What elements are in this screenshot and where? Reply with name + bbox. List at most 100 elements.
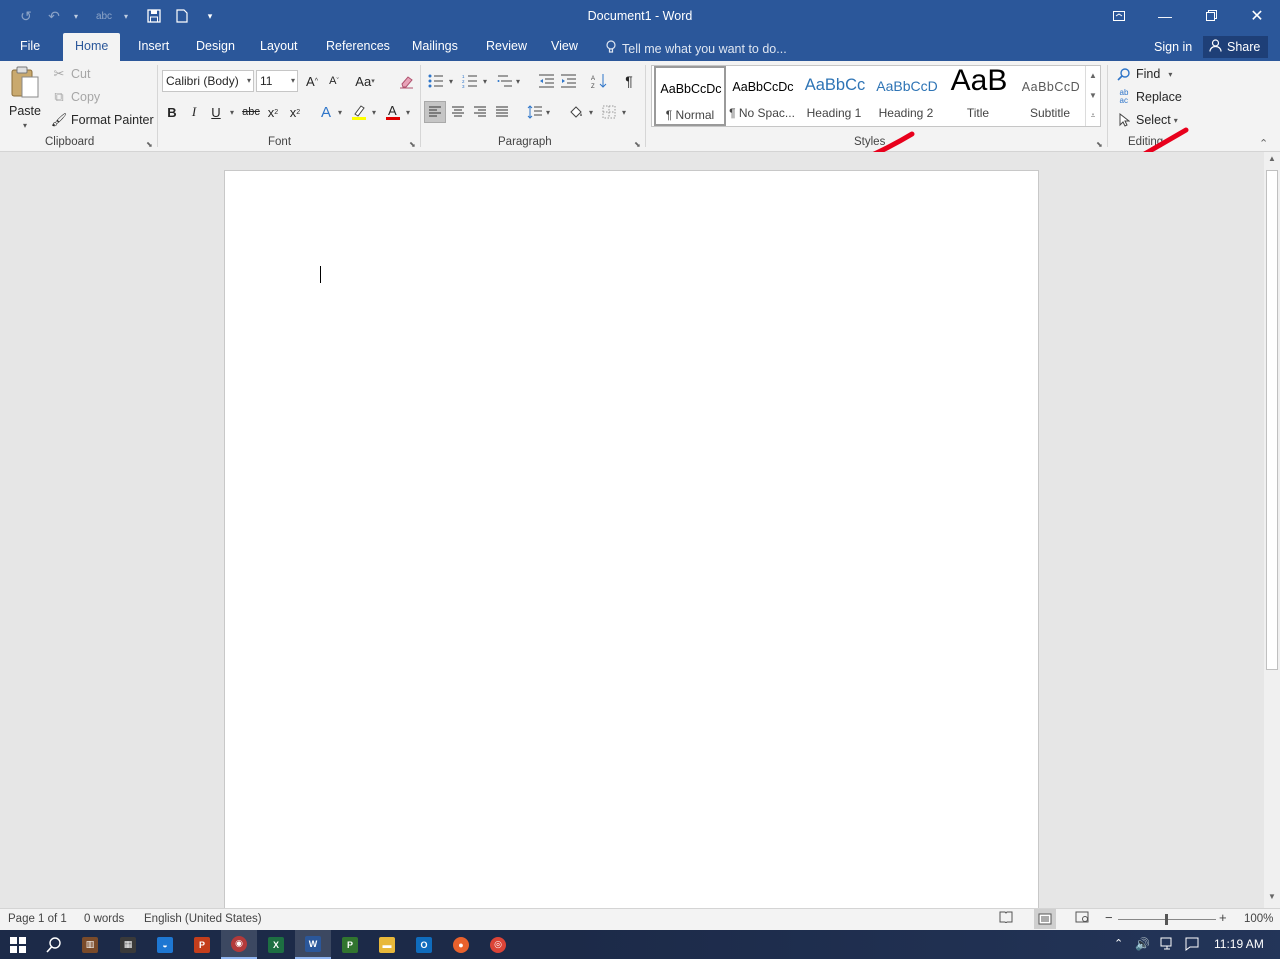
shrink-font-button[interactable]: Aˇ [323, 70, 345, 92]
clock[interactable]: 11:19 AM [1214, 937, 1264, 951]
search-taskbar-button[interactable] [36, 930, 72, 959]
tab-mailings[interactable]: Mailings [400, 33, 470, 61]
taskbar-app-calculator[interactable]: ▦ [110, 930, 146, 959]
replace-button[interactable]: ab ac Replace [1115, 88, 1182, 106]
style-normal[interactable]: AaBbCcDc ¶ Normal [654, 66, 726, 126]
taskbar-app-chrome[interactable]: ◎ [480, 930, 516, 959]
gallery-more-icon[interactable]: ⩡ [1086, 106, 1100, 126]
document-page[interactable] [224, 170, 1039, 910]
zoom-slider-thumb[interactable] [1165, 914, 1168, 925]
collapse-ribbon-icon[interactable]: ⌃ [1259, 137, 1268, 150]
align-center-button[interactable] [447, 101, 469, 123]
taskbar-app-file-explorer[interactable]: ▬ [369, 930, 405, 959]
copy-button[interactable]: ⧉ Copy [50, 88, 100, 106]
style-subtitle[interactable]: AaBbCcD Subtitle [1014, 66, 1086, 126]
shading-button[interactable] [565, 101, 587, 123]
multilevel-dropdown-icon[interactable]: ▾ [516, 77, 520, 86]
format-painter-button[interactable]: 🖌 Format Painter [50, 111, 154, 129]
clear-formatting-button[interactable] [395, 70, 417, 92]
gallery-down-icon[interactable]: ▼ [1086, 86, 1100, 106]
print-layout-icon[interactable] [1034, 909, 1056, 929]
align-left-button[interactable] [424, 101, 446, 123]
justify-button[interactable] [491, 101, 513, 123]
sort-button[interactable]: AZ [588, 70, 610, 92]
style-title[interactable]: AaB Title [942, 66, 1014, 126]
scroll-down-icon[interactable]: ▼ [1264, 892, 1280, 906]
find-dropdown-icon[interactable]: ▾ [1168, 70, 1172, 79]
find-button[interactable]: Find ▾ [1115, 65, 1172, 83]
font-color-button[interactable]: A [382, 101, 404, 123]
tray-chevron-up-icon[interactable]: ⌃ [1114, 937, 1123, 950]
tab-insert[interactable]: Insert [126, 33, 181, 61]
network-icon[interactable] [1160, 937, 1176, 954]
line-spacing-button[interactable] [524, 101, 546, 123]
close-icon[interactable]: ✕ [1234, 0, 1280, 31]
bold-button[interactable]: B [161, 101, 183, 123]
taskbar-app-firefox[interactable]: ● [443, 930, 479, 959]
taskbar-app-paint[interactable]: ◉ [221, 930, 257, 959]
clipboard-launcher-icon[interactable]: ⬊ [146, 140, 153, 149]
paragraph-launcher-icon[interactable]: ⬊ [634, 140, 641, 149]
bullets-button[interactable] [425, 70, 447, 92]
decrease-indent-button[interactable] [535, 70, 557, 92]
language-indicator[interactable]: English (United States) [144, 913, 262, 925]
paste-dropdown-icon[interactable]: ▾ [23, 121, 27, 130]
numbering-button[interactable]: 123 [459, 70, 481, 92]
borders-dropdown-icon[interactable]: ▾ [622, 108, 626, 117]
font-size-combo[interactable]: 11 ▾ [256, 70, 298, 92]
document-area[interactable] [0, 152, 1264, 910]
italic-button[interactable]: I [183, 101, 205, 123]
tab-review[interactable]: Review [474, 33, 539, 61]
web-layout-icon[interactable] [1075, 911, 1089, 926]
text-effects-button[interactable]: A [315, 101, 337, 123]
underline-dropdown-icon[interactable]: ▾ [230, 108, 234, 117]
style-heading-1[interactable]: AaBbCc Heading 1 [798, 66, 870, 126]
change-case-button[interactable]: Aa ▾ [352, 70, 378, 92]
tell-me-box[interactable]: Tell me what you want to do... [606, 40, 787, 57]
tab-design[interactable]: Design [184, 33, 247, 61]
volume-icon[interactable]: 🔊 [1135, 937, 1150, 951]
action-center-icon[interactable] [1185, 937, 1199, 954]
scroll-up-icon[interactable]: ▲ [1264, 154, 1280, 168]
paste-button[interactable]: Paste ▾ [9, 65, 41, 130]
taskbar-app-word[interactable]: W [295, 930, 331, 959]
increase-indent-button[interactable] [557, 70, 579, 92]
align-right-button[interactable] [469, 101, 491, 123]
taskbar-app-film[interactable]: ▥ [72, 930, 108, 959]
highlight-button[interactable] [348, 101, 370, 123]
borders-button[interactable] [598, 101, 620, 123]
zoom-out-icon[interactable]: − [1105, 910, 1113, 925]
ribbon-display-options-icon[interactable] [1096, 0, 1142, 31]
underline-button[interactable]: U [205, 101, 227, 123]
strikethrough-button[interactable]: abc [240, 101, 262, 123]
page-count[interactable]: Page 1 of 1 [8, 913, 67, 925]
style-no-spacing[interactable]: AaBbCcDc ¶ No Spac... [726, 66, 798, 126]
zoom-in-icon[interactable]: + [1219, 910, 1227, 925]
zoom-level[interactable]: 100% [1244, 913, 1273, 925]
styles-launcher-icon[interactable]: ⬊ [1096, 140, 1103, 149]
highlight-dropdown-icon[interactable]: ▾ [372, 108, 376, 117]
line-spacing-dropdown-icon[interactable]: ▾ [546, 108, 550, 117]
gallery-up-icon[interactable]: ▲ [1086, 66, 1100, 86]
grow-font-button[interactable]: A ^ [301, 70, 323, 92]
tab-home[interactable]: Home [63, 33, 121, 61]
font-launcher-icon[interactable]: ⬊ [409, 140, 416, 149]
cut-button[interactable]: ✂ Cut [50, 65, 91, 83]
bullets-dropdown-icon[interactable]: ▾ [449, 77, 453, 86]
sign-in-link[interactable]: Sign in [1154, 40, 1192, 54]
show-hide-marks-button[interactable]: ¶ [618, 70, 640, 92]
tab-layout[interactable]: Layout [248, 33, 310, 61]
vertical-scrollbar[interactable]: ▲ ▼ [1264, 152, 1280, 908]
minimize-icon[interactable]: — [1142, 0, 1188, 31]
style-heading-2[interactable]: AaBbCcD Heading 2 [870, 66, 942, 126]
select-dropdown-icon[interactable]: ▾ [1174, 116, 1178, 125]
text-effects-dropdown-icon[interactable]: ▾ [338, 108, 342, 117]
taskbar-app-outlook[interactable]: O [406, 930, 442, 959]
start-button[interactable] [0, 930, 36, 959]
taskbar-app-project[interactable]: P [332, 930, 368, 959]
tab-file[interactable]: File [8, 33, 52, 61]
read-mode-icon[interactable] [999, 911, 1013, 926]
font-name-combo[interactable]: Calibri (Body) ▾ [162, 70, 254, 92]
superscript-button[interactable]: x2 [284, 101, 306, 123]
word-count[interactable]: 0 words [84, 913, 124, 925]
